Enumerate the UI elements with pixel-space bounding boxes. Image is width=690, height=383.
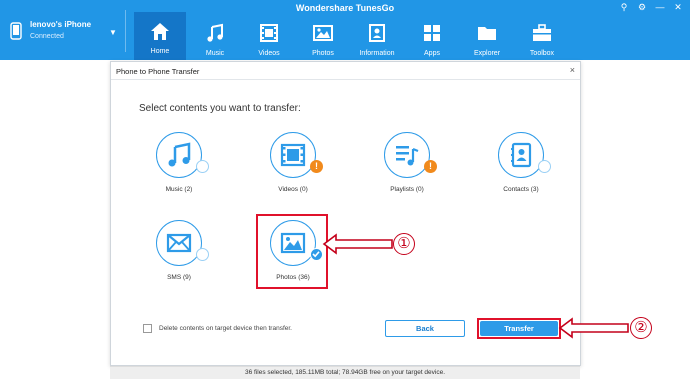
content-toggle[interactable] [156, 220, 202, 266]
tab-videos[interactable]: Videos [243, 14, 295, 60]
tab-label: Explorer [473, 50, 501, 57]
tab-label: Home [150, 48, 170, 55]
dialog-titlebar: Phone to Phone Transfer × [111, 62, 580, 80]
close-window-button[interactable]: ✕ [672, 2, 684, 12]
folder-icon [478, 27, 496, 40]
callout-2: ② [630, 317, 652, 339]
content-item-music[interactable]: Music (2) [139, 132, 219, 212]
contacts-book-icon [511, 142, 532, 168]
delete-option-label: Delete contents on target device then tr… [159, 325, 292, 332]
unchecked-circle-icon[interactable] [196, 248, 209, 261]
content-toggle[interactable] [270, 132, 316, 178]
close-icon[interactable]: × [570, 65, 575, 75]
apps-grid-icon [424, 25, 440, 41]
device-selector[interactable]: lenovo's iPhone Connected ▼ [10, 20, 120, 50]
minimize-button[interactable]: — [654, 2, 666, 12]
device-status: Connected [30, 33, 64, 40]
warning-icon: ! [424, 160, 437, 173]
instruction-text: Select contents you want to transfer: [139, 103, 301, 114]
unchecked-circle-icon[interactable] [538, 160, 551, 173]
image-icon [313, 25, 333, 41]
tab-apps[interactable]: Apps [406, 14, 458, 60]
app-title: Wondershare TunesGo [295, 3, 395, 13]
callout-arrow-1-icon [322, 233, 393, 255]
warning-icon: ! [310, 160, 323, 173]
tab-label: Music [205, 50, 225, 57]
content-item-videos[interactable]: ! Videos (0) [253, 132, 333, 212]
status-bar: 36 files selected, 185.11MB total; 78.94… [110, 366, 580, 379]
dialog-title: Phone to Phone Transfer [116, 67, 200, 76]
callout-arrow-2-icon [558, 317, 629, 339]
tab-explorer[interactable]: Explorer [461, 14, 513, 60]
id-card-icon [369, 24, 385, 42]
film-icon [260, 24, 278, 42]
content-label: SMS (9) [167, 274, 191, 281]
content-label: Music (2) [165, 186, 193, 193]
tab-label: Toolbox [529, 50, 555, 57]
content-item-contacts[interactable]: Contacts (3) [481, 132, 561, 212]
tab-label: Photos [312, 50, 334, 57]
device-name: lenovo's iPhone [30, 20, 92, 29]
playlist-icon [396, 146, 419, 166]
unchecked-circle-icon[interactable] [196, 160, 209, 173]
envelope-icon [166, 233, 192, 253]
tab-label: Information [359, 50, 395, 57]
tab-toolbox[interactable]: Toolbox [516, 14, 568, 60]
home-icon [151, 23, 169, 40]
content-toggle[interactable] [156, 132, 202, 178]
photos-highlight-box [256, 214, 328, 289]
content-toggle[interactable] [384, 132, 430, 178]
settings-icon[interactable]: ⚙ [636, 2, 648, 12]
music-note-icon [168, 142, 191, 167]
transfer-button[interactable]: Transfer [480, 321, 558, 336]
nav-divider [125, 10, 126, 52]
tab-music[interactable]: Music [189, 14, 241, 60]
phone-transfer-dialog: Phone to Phone Transfer × Select content… [110, 61, 581, 366]
search-icon[interactable]: ⚲ [618, 2, 630, 12]
window-controls: ⚲ ⚙ — ✕ [618, 2, 684, 12]
toolbox-icon [533, 24, 551, 41]
content-toggle[interactable] [498, 132, 544, 178]
content-item-playlists[interactable]: ! Playlists (0) [367, 132, 447, 212]
tab-information[interactable]: Information [351, 14, 403, 60]
content-item-sms[interactable]: SMS (9) [139, 220, 219, 300]
callout-1: ① [393, 233, 415, 255]
film-icon [280, 143, 306, 167]
content-label: Videos (0) [278, 186, 308, 193]
back-button[interactable]: Back [385, 320, 465, 337]
tab-home[interactable]: Home [134, 12, 186, 60]
content-label: Contacts (3) [503, 186, 539, 193]
tab-label: Videos [258, 50, 280, 57]
content-label: Playlists (0) [390, 186, 424, 193]
delete-checkbox[interactable] [143, 324, 152, 333]
music-note-icon [207, 23, 223, 42]
phone-icon [10, 22, 22, 40]
tab-label: Apps [424, 50, 440, 57]
tab-photos[interactable]: Photos [297, 14, 349, 60]
top-bar: Wondershare TunesGo ⚲ ⚙ — ✕ lenovo's iPh… [0, 0, 690, 60]
chevron-down-icon[interactable]: ▼ [109, 28, 117, 37]
